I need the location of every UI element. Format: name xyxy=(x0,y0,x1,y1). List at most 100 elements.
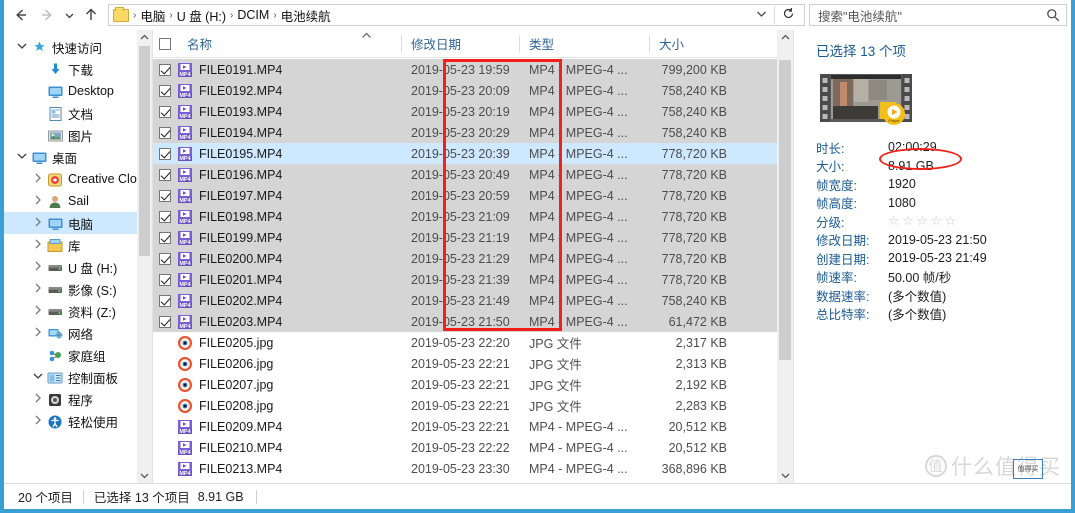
sidebar-item-0[interactable]: 快速访问 xyxy=(4,36,152,58)
refresh-button[interactable] xyxy=(775,7,802,23)
row-checkbox[interactable] xyxy=(159,84,171,97)
row-checkbox[interactable] xyxy=(159,210,171,223)
table-row[interactable]: MP4 FILE0202.MP4 2019-05-23 21:49 MP4 - MPE… xyxy=(153,290,793,311)
sidebar-item-15[interactable]: 控制面板 xyxy=(4,366,152,388)
table-row[interactable]: MP4 FILE0198.MP4 2019-05-23 21:09 MP4 - MPE… xyxy=(153,206,793,227)
breadcrumb-item-2[interactable]: DCIM xyxy=(234,8,272,22)
address-bar[interactable]: › 电脑 › U 盘 (H:) › DCIM › 电池续航 xyxy=(108,4,805,26)
sidebar-item-12[interactable]: 资料 (Z:) xyxy=(4,300,152,322)
table-row[interactable]: MP4 FILE0213.MP4 2019-05-23 23:30 MP4 - MPE… xyxy=(153,458,793,479)
chevron-right-icon[interactable] xyxy=(30,195,46,207)
search-input[interactable]: 搜索"电池续航" xyxy=(818,6,1046,25)
sidebar-item-7[interactable]: Sail xyxy=(4,190,152,212)
scroll-up-arrow[interactable] xyxy=(777,30,793,45)
column-header-date[interactable]: 修改日期 xyxy=(401,30,519,58)
row-checkbox[interactable] xyxy=(159,105,171,118)
rating-stars[interactable]: ☆☆☆☆☆ xyxy=(888,213,959,229)
select-all-checkbox-cell[interactable] xyxy=(153,37,177,50)
sidebar-item-2[interactable]: Desktop xyxy=(4,80,152,102)
table-row[interactable]: MP4 FILE0201.MP4 2019-05-23 21:39 MP4 - MPE… xyxy=(153,269,793,290)
row-checkbox[interactable] xyxy=(159,252,171,265)
table-row[interactable]: MP4 FILE0200.MP4 2019-05-23 21:29 MP4 - MPE… xyxy=(153,248,793,269)
row-checkbox-cell[interactable] xyxy=(153,84,177,97)
table-row[interactable]: FILE0205.jpg 2019-05-23 22:20 JPG 文件 2,317 … xyxy=(153,332,793,353)
row-checkbox-cell[interactable] xyxy=(153,273,177,286)
scroll-down-arrow[interactable] xyxy=(777,468,793,483)
row-checkbox-cell[interactable] xyxy=(153,168,177,181)
table-row[interactable]: MP4 FILE0210.MP4 2019-05-23 22:22 MP4 - MPE… xyxy=(153,437,793,458)
recent-locations-button[interactable] xyxy=(60,2,78,28)
sidebar-item-11[interactable]: 影像 (S:) xyxy=(4,278,152,300)
chevron-right-icon[interactable] xyxy=(30,393,46,405)
row-checkbox-cell[interactable] xyxy=(153,126,177,139)
row-checkbox[interactable] xyxy=(159,294,171,307)
row-checkbox-cell[interactable] xyxy=(153,231,177,244)
chevron-down-icon[interactable] xyxy=(30,372,46,383)
table-row[interactable]: MP4 FILE0194.MP4 2019-05-23 20:29 MP4 - MPE… xyxy=(153,122,793,143)
chevron-right-icon[interactable] xyxy=(30,261,46,273)
chevron-right-icon[interactable] xyxy=(30,415,46,427)
column-header-type[interactable]: 类型 xyxy=(519,30,649,58)
select-all-checkbox[interactable] xyxy=(159,37,171,50)
column-header-size[interactable]: 大小 xyxy=(649,30,737,58)
sidebar-scrollbar[interactable] xyxy=(137,30,152,483)
row-checkbox[interactable] xyxy=(159,147,171,160)
sidebar-item-16[interactable]: 程序 xyxy=(4,388,152,410)
address-dropdown-button[interactable] xyxy=(749,10,774,21)
table-row[interactable]: MP4 FILE0192.MP4 2019-05-23 20:09 MP4 - MPE… xyxy=(153,80,793,101)
table-row[interactable]: MP4 FILE0209.MP4 2019-05-23 22:21 MP4 - MPE… xyxy=(153,416,793,437)
sidebar-item-10[interactable]: U 盘 (H:) xyxy=(4,256,152,278)
row-checkbox-cell[interactable] xyxy=(153,105,177,118)
sidebar-item-1[interactable]: 下载 xyxy=(4,58,152,80)
sidebar-item-9[interactable]: 库 xyxy=(4,234,152,256)
table-row[interactable]: MP4 FILE0197.MP4 2019-05-23 20:59 MP4 - MPE… xyxy=(153,185,793,206)
table-row[interactable]: FILE0207.jpg 2019-05-23 22:21 JPG 文件 2,192 … xyxy=(153,374,793,395)
row-checkbox-cell[interactable] xyxy=(153,210,177,223)
filelist-scroll-thumb[interactable] xyxy=(779,60,791,360)
row-checkbox[interactable] xyxy=(159,126,171,139)
sidebar-item-14[interactable]: 家庭组 xyxy=(4,344,152,366)
sidebar-item-3[interactable]: 文档 xyxy=(4,102,152,124)
row-checkbox[interactable] xyxy=(159,168,171,181)
sidebar-item-13[interactable]: 网络 xyxy=(4,322,152,344)
row-checkbox-cell[interactable] xyxy=(153,63,177,76)
row-checkbox-cell[interactable] xyxy=(153,294,177,307)
table-row[interactable]: MP4 FILE0199.MP4 2019-05-23 21:19 MP4 - MPE… xyxy=(153,227,793,248)
sidebar-item-4[interactable]: 图片 xyxy=(4,124,152,146)
search-box[interactable]: 搜索"电池续航" xyxy=(809,4,1067,26)
table-row[interactable]: MP4 FILE0193.MP4 2019-05-23 20:19 MP4 - MPE… xyxy=(153,101,793,122)
up-button[interactable] xyxy=(78,2,104,28)
breadcrumb-item-3[interactable]: 电池续航 xyxy=(278,6,334,25)
back-button[interactable] xyxy=(8,2,34,28)
sidebar-scroll-thumb[interactable] xyxy=(139,46,150,256)
chevron-right-icon[interactable] xyxy=(30,239,46,251)
table-row[interactable]: MP4 FILE0203.MP4 2019-05-23 21:50 MP4 - MPE… xyxy=(153,311,793,332)
breadcrumb-item-1[interactable]: U 盘 (H:) xyxy=(174,6,229,25)
sidebar-item-5[interactable]: 桌面 xyxy=(4,146,152,168)
row-checkbox-cell[interactable] xyxy=(153,147,177,160)
row-checkbox[interactable] xyxy=(159,315,171,328)
row-checkbox-cell[interactable] xyxy=(153,252,177,265)
chevron-down-icon[interactable] xyxy=(14,152,30,163)
chevron-right-icon[interactable] xyxy=(30,173,46,185)
table-row[interactable]: MP4 FILE0195.MP4 2019-05-23 20:39 MP4 - MPE… xyxy=(153,143,793,164)
row-checkbox-cell[interactable] xyxy=(153,189,177,202)
chevron-right-icon[interactable] xyxy=(30,283,46,295)
scroll-down-arrow[interactable] xyxy=(137,468,152,483)
forward-button[interactable] xyxy=(34,2,60,28)
row-checkbox-cell[interactable] xyxy=(153,315,177,328)
chevron-right-icon[interactable] xyxy=(30,327,46,339)
chevron-right-icon[interactable] xyxy=(30,305,46,317)
sidebar-item-8[interactable]: 电脑 xyxy=(4,212,152,234)
scroll-up-arrow[interactable] xyxy=(137,30,152,45)
table-row[interactable]: FILE0208.jpg 2019-05-23 22:21 JPG 文件 2,283 … xyxy=(153,395,793,416)
row-checkbox[interactable] xyxy=(159,63,171,76)
breadcrumb-item-0[interactable]: 电脑 xyxy=(137,6,168,25)
row-checkbox[interactable] xyxy=(159,273,171,286)
filelist-scrollbar[interactable] xyxy=(777,30,793,483)
table-row[interactable]: FILE0206.jpg 2019-05-23 22:21 JPG 文件 2,313 … xyxy=(153,353,793,374)
sidebar-item-17[interactable]: 轻松使用 xyxy=(4,410,152,432)
sidebar-item-6[interactable]: Creative Cloud xyxy=(4,168,152,190)
table-row[interactable]: MP4 FILE0191.MP4 2019-05-23 19:59 MP4 - MPE… xyxy=(153,59,793,80)
row-checkbox[interactable] xyxy=(159,231,171,244)
